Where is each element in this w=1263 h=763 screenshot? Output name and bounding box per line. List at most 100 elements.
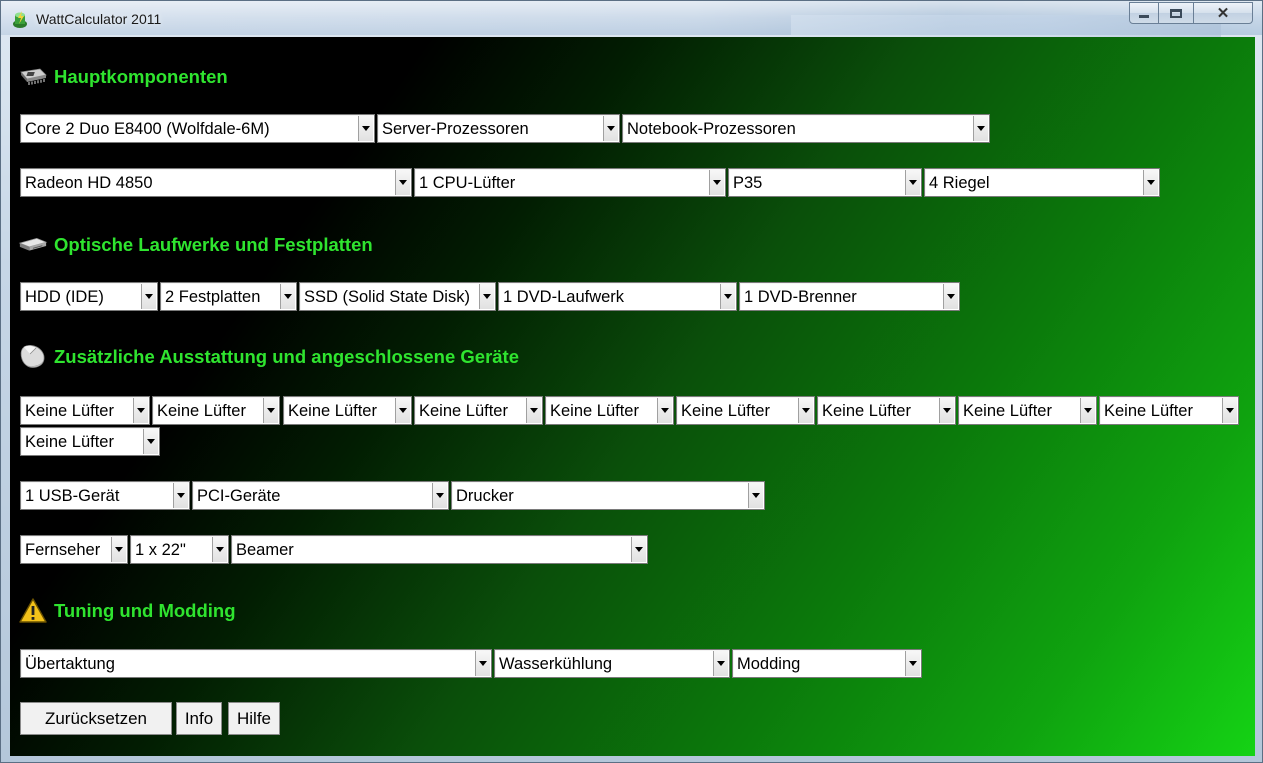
chevron-down-icon[interactable]	[263, 398, 278, 423]
fan-select-2[interactable]: Keine Lüfter	[152, 396, 280, 425]
chevron-down-icon[interactable]	[603, 116, 618, 141]
section-tuning-title: Tuning und Modding	[54, 600, 236, 621]
fan-select-value: Keine Lüfter	[1104, 402, 1193, 420]
chevron-down-icon[interactable]	[798, 398, 813, 423]
title-bar[interactable]: WattCalculator 2011 ✕	[1, 1, 1262, 37]
section-extras-header: Zusätzliche Ausstattung und angeschlosse…	[18, 343, 519, 371]
monitor-select[interactable]: 1 x 22"	[130, 535, 229, 564]
fan-select-7[interactable]: Keine Lüfter	[817, 396, 956, 425]
minimize-button[interactable]	[1129, 2, 1159, 24]
cpu-select[interactable]: Core 2 Duo E8400 (Wolfdale-6M)	[20, 114, 375, 143]
fan-select-4[interactable]: Keine Lüfter	[414, 396, 543, 425]
chevron-down-icon[interactable]	[1080, 398, 1095, 423]
hdd-type-select[interactable]: HDD (IDE)	[20, 282, 158, 311]
usb-select[interactable]: 1 USB-Gerät	[20, 481, 190, 510]
close-button[interactable]: ✕	[1193, 2, 1253, 24]
pci-select[interactable]: PCI-Geräte	[192, 481, 449, 510]
reset-button[interactable]: Zurücksetzen	[20, 702, 172, 735]
fan-select-6[interactable]: Keine Lüfter	[676, 396, 815, 425]
section-main-title: Hauptkomponenten	[54, 66, 228, 87]
fan-select-8[interactable]: Keine Lüfter	[958, 396, 1097, 425]
cpu-fan-select[interactable]: 1 CPU-Lüfter	[414, 168, 726, 197]
ssd-select[interactable]: SSD (Solid State Disk)	[299, 282, 496, 311]
chevron-down-icon[interactable]	[905, 651, 920, 676]
chevron-down-icon[interactable]	[905, 170, 920, 195]
chevron-down-icon[interactable]	[748, 483, 763, 508]
fan-select-value: Keine Lüfter	[550, 402, 639, 420]
help-button[interactable]: Hilfe	[228, 702, 280, 735]
close-icon: ✕	[1216, 5, 1230, 22]
chevron-down-icon[interactable]	[111, 537, 126, 562]
gpu-select[interactable]: Radeon HD 4850	[20, 168, 412, 197]
chevron-down-icon[interactable]	[432, 483, 447, 508]
maximize-icon	[1170, 8, 1182, 18]
fan-select-value: Keine Lüfter	[25, 402, 114, 420]
printer-select[interactable]: Drucker	[451, 481, 765, 510]
chevron-down-icon[interactable]	[280, 284, 295, 309]
ssd-select-value: SSD (Solid State Disk)	[304, 288, 470, 306]
notebook-cpu-select[interactable]: Notebook-Prozessoren	[622, 114, 990, 143]
chevron-down-icon[interactable]	[1222, 398, 1237, 423]
chevron-down-icon[interactable]	[1143, 170, 1158, 195]
chevron-down-icon[interactable]	[973, 116, 988, 141]
dvd-burner-select[interactable]: 1 DVD-Brenner	[739, 282, 960, 311]
maximize-button[interactable]	[1158, 2, 1194, 24]
tv-select-value: Fernseher	[25, 541, 101, 559]
chevron-down-icon[interactable]	[143, 429, 158, 454]
hdd-count-select[interactable]: 2 Festplatten	[160, 282, 297, 311]
section-drives-title: Optische Laufwerke und Festplatten	[54, 234, 373, 255]
fan-select-value: Keine Lüfter	[157, 402, 246, 420]
tv-select[interactable]: Fernseher	[20, 535, 128, 564]
cpu-select-value: Core 2 Duo E8400 (Wolfdale-6M)	[25, 120, 270, 138]
chevron-down-icon[interactable]	[709, 170, 724, 195]
cpu-chip-icon	[18, 63, 48, 91]
chevron-down-icon[interactable]	[526, 398, 541, 423]
chevron-down-icon[interactable]	[720, 284, 735, 309]
info-button[interactable]: Info	[176, 702, 222, 735]
chevron-down-icon[interactable]	[713, 651, 728, 676]
chevron-down-icon[interactable]	[212, 537, 227, 562]
water-cooling-select-value: Wasserkühlung	[499, 655, 613, 673]
section-main-header: Hauptkomponenten	[18, 63, 228, 91]
fan-select-value: Keine Lüfter	[288, 402, 377, 420]
fan-select-5[interactable]: Keine Lüfter	[545, 396, 674, 425]
chevron-down-icon[interactable]	[173, 483, 188, 508]
client-area: Hauptkomponenten Core 2 Duo E8400 (Wolfd…	[10, 37, 1255, 756]
chevron-down-icon[interactable]	[358, 116, 373, 141]
cpu-fan-select-value: 1 CPU-Lüfter	[419, 174, 516, 192]
projector-select-value: Beamer	[236, 541, 294, 559]
warning-icon	[18, 597, 48, 625]
fan-select-1[interactable]: Keine Lüfter	[20, 396, 150, 425]
overclock-select-value: Übertaktung	[25, 655, 115, 673]
chevron-down-icon[interactable]	[943, 284, 958, 309]
chevron-down-icon[interactable]	[141, 284, 156, 309]
section-tuning-header: Tuning und Modding	[18, 597, 236, 625]
chevron-down-icon[interactable]	[395, 398, 410, 423]
fan-select-9[interactable]: Keine Lüfter	[1099, 396, 1239, 425]
overclock-select[interactable]: Übertaktung	[20, 649, 492, 678]
pci-select-value: PCI-Geräte	[197, 487, 281, 505]
minimize-icon	[1139, 15, 1149, 18]
server-cpu-select[interactable]: Server-Prozessoren	[377, 114, 620, 143]
chipset-select[interactable]: P35	[728, 168, 922, 197]
monitor-select-value: 1 x 22"	[135, 541, 186, 559]
chevron-down-icon[interactable]	[939, 398, 954, 423]
dvd-drive-select[interactable]: 1 DVD-Laufwerk	[498, 282, 737, 311]
fan-select-3[interactable]: Keine Lüfter	[283, 396, 412, 425]
hdd-count-select-value: 2 Festplatten	[165, 288, 261, 306]
projector-select[interactable]: Beamer	[231, 535, 648, 564]
printer-select-value: Drucker	[456, 487, 514, 505]
chevron-down-icon[interactable]	[133, 398, 148, 423]
chevron-down-icon[interactable]	[475, 651, 490, 676]
ram-select[interactable]: 4 Riegel	[924, 168, 1160, 197]
water-cooling-select[interactable]: Wasserkühlung	[494, 649, 730, 678]
fan-select-value: Keine Lüfter	[963, 402, 1052, 420]
chevron-down-icon[interactable]	[657, 398, 672, 423]
fan-select-10[interactable]: Keine Lüfter	[20, 427, 160, 456]
chevron-down-icon[interactable]	[631, 537, 646, 562]
fan-select-value: Keine Lüfter	[822, 402, 911, 420]
chevron-down-icon[interactable]	[479, 284, 494, 309]
modding-select-value: Modding	[737, 655, 801, 673]
modding-select[interactable]: Modding	[732, 649, 922, 678]
chevron-down-icon[interactable]	[395, 170, 410, 195]
